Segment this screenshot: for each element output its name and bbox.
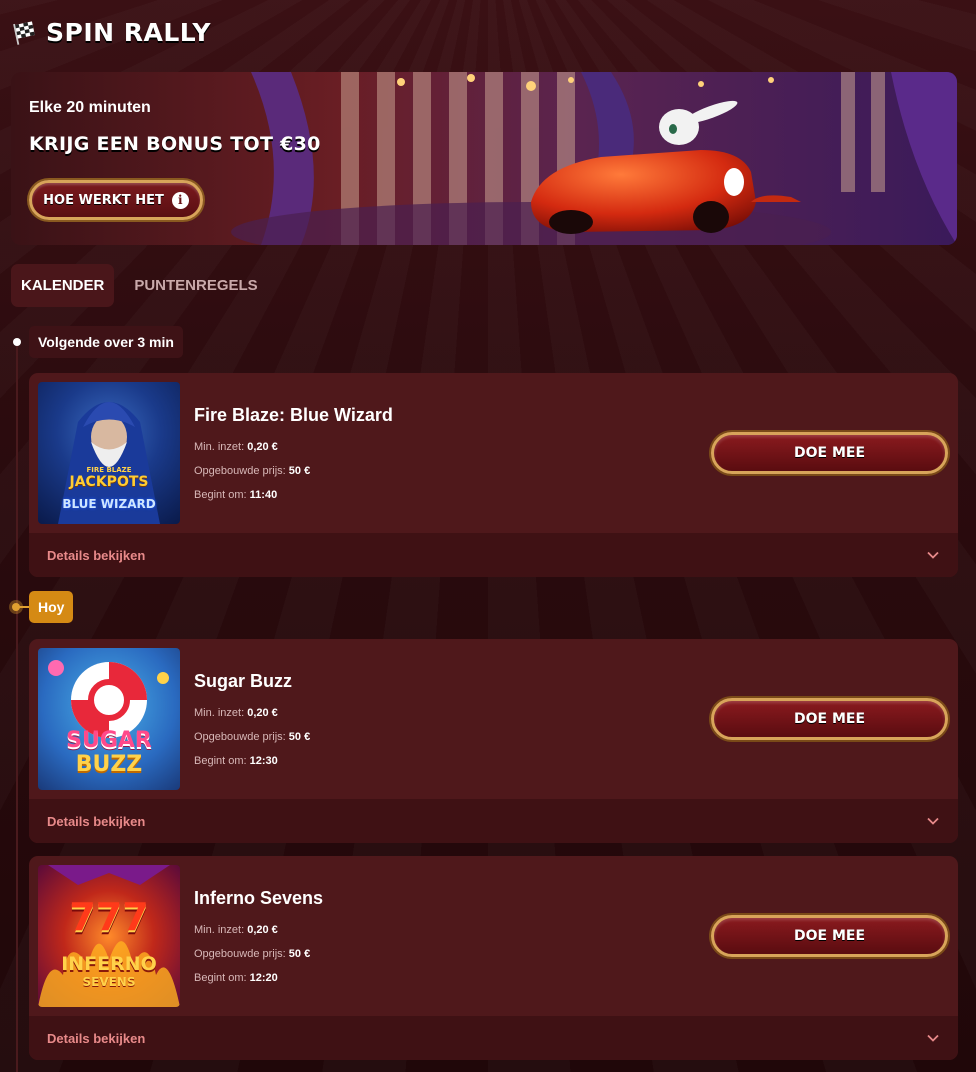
timeline-dot-today: [12, 603, 20, 611]
info-icon: i: [171, 191, 189, 209]
min-bet-label: Min. inzet:: [194, 441, 245, 453]
thumb-text-line1: SUGAR: [66, 728, 152, 753]
banner-headline: KRIJG EEN BONUS TOT €30: [29, 133, 321, 155]
start-label: Begint om:: [194, 972, 247, 984]
prize-label: Opgebouwde prijs:: [194, 731, 286, 743]
tab-puntenregels[interactable]: PUNTENREGELS: [124, 264, 267, 307]
min-bet-row: Min. inzet: 0,20 €: [194, 707, 278, 719]
join-button[interactable]: DOE MEE: [711, 432, 948, 474]
game-thumbnail[interactable]: SUGAR BUZZ: [38, 648, 180, 790]
prize-value: 50 €: [288, 465, 311, 477]
min-bet-row: Min. inzet: 0,20 €: [194, 441, 278, 453]
today-badge: Hoy: [29, 591, 74, 623]
thumb-text-line1: 777: [69, 895, 149, 939]
prize-row: Opgebouwde prijs: 50 €: [194, 465, 310, 477]
tab-kalender[interactable]: KALENDER: [11, 264, 115, 307]
start-label: Begint om:: [194, 755, 247, 767]
min-bet-label: Min. inzet:: [194, 707, 245, 719]
banner-text: Elke 20 minuten KRIJG EEN BONUS TOT €30: [29, 99, 321, 155]
min-bet-label: Min. inzet:: [194, 924, 245, 936]
timeline-line: [16, 342, 18, 1072]
promo-banner: Elke 20 minuten KRIJG EEN BONUS TOT €30 …: [11, 72, 957, 245]
details-label: Details bekijken: [47, 813, 146, 829]
chevron-down-icon: [927, 817, 939, 825]
thumb-text-line2: JACKPOTS: [69, 474, 149, 490]
details-toggle[interactable]: Details bekijken: [29, 799, 958, 843]
start-value: 11:40: [249, 489, 278, 501]
details-toggle[interactable]: Details bekijken: [29, 1016, 958, 1060]
prize-value: 50 €: [288, 948, 311, 960]
timeline-dot: [13, 338, 21, 346]
game-card: SUGAR BUZZ Sugar Buzz Min. inzet: 0,20 €…: [29, 639, 958, 843]
tab-bar: KALENDER PUNTENREGELS: [11, 264, 268, 307]
join-button[interactable]: DOE MEE: [711, 915, 948, 957]
min-bet-value: 0,20 €: [247, 707, 278, 719]
thumb-text-line1: FIRE BLAZE: [86, 466, 132, 474]
game-title: Fire Blaze: Blue Wizard: [194, 405, 393, 425]
min-bet-value: 0,20 €: [247, 441, 278, 453]
game-thumbnail[interactable]: FIRE BLAZE JACKPOTS BLUE WIZARD: [38, 382, 180, 524]
thumb-text-line2: BUZZ: [75, 752, 143, 777]
checkered-flag-icon: [13, 21, 35, 45]
game-thumbnail[interactable]: 777 INFERNO SEVENS: [38, 865, 180, 1007]
min-bet-value: 0,20 €: [247, 924, 278, 936]
details-label: Details bekijken: [47, 1030, 146, 1046]
how-it-works-label: HOE WERKT HET: [43, 192, 164, 208]
prize-label: Opgebouwde prijs:: [194, 948, 286, 960]
how-it-works-button[interactable]: HOE WERKT HET i: [29, 180, 203, 220]
start-value: 12:30: [249, 755, 278, 767]
thumb-text-line2: INFERNO: [61, 953, 157, 975]
details-label: Details bekijken: [47, 547, 146, 563]
details-toggle[interactable]: Details bekijken: [29, 533, 958, 577]
thumb-text-line3: SEVENS: [82, 975, 136, 989]
prize-value: 50 €: [288, 731, 311, 743]
prize-row: Opgebouwde prijs: 50 €: [194, 948, 310, 960]
start-value: 12:20: [249, 972, 278, 984]
page-header: SPIN RALLY: [12, 14, 211, 50]
game-card: 777 INFERNO SEVENS Inferno Sevens Min. i…: [29, 856, 958, 1060]
start-row: Begint om: 12:30: [194, 755, 278, 767]
game-title: Inferno Sevens: [194, 888, 324, 908]
min-bet-row: Min. inzet: 0,20 €: [194, 924, 278, 936]
prize-label: Opgebouwde prijs:: [194, 465, 286, 477]
start-row: Begint om: 12:20: [194, 972, 278, 984]
page-title: SPIN RALLY: [46, 17, 211, 47]
chevron-down-icon: [927, 551, 939, 559]
game-title: Sugar Buzz: [194, 671, 293, 691]
next-round-label: Volgende over 3 min: [29, 326, 183, 358]
join-button[interactable]: DOE MEE: [711, 698, 948, 740]
prize-row: Opgebouwde prijs: 50 €: [194, 731, 310, 743]
start-row: Begint om: 11:40: [194, 489, 277, 501]
game-card: FIRE BLAZE JACKPOTS BLUE WIZARD Fire Bla…: [29, 373, 958, 577]
chevron-down-icon: [927, 1034, 939, 1042]
thumb-text-line3: BLUE WIZARD: [62, 497, 156, 511]
banner-subtitle: Elke 20 minuten: [29, 99, 151, 116]
start-label: Begint om:: [194, 489, 247, 501]
